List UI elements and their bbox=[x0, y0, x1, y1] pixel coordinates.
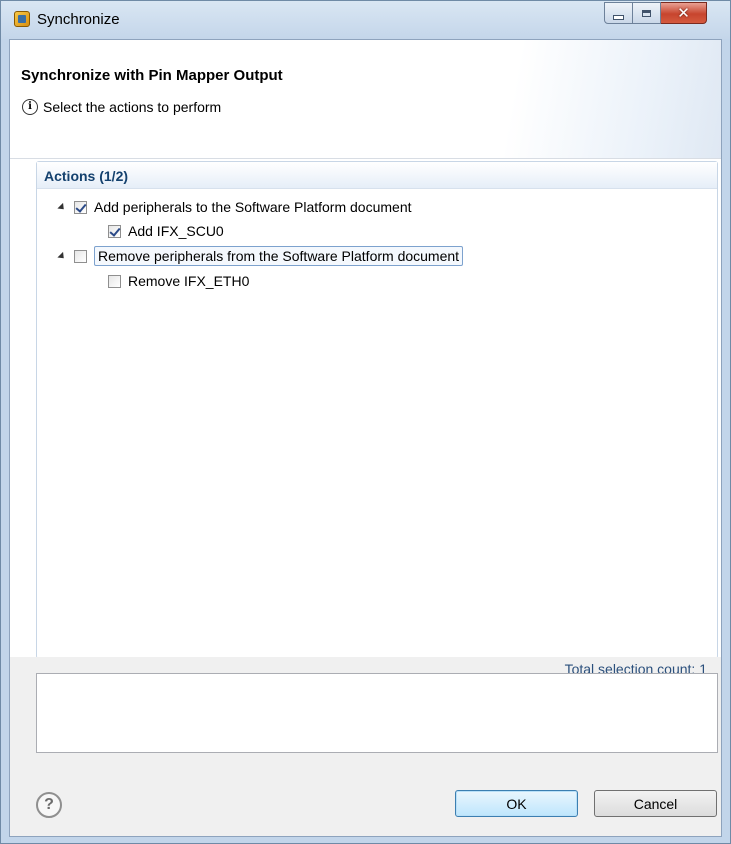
ok-button[interactable]: OK bbox=[455, 790, 578, 817]
minimize-icon bbox=[613, 14, 624, 20]
close-button[interactable]: ✕ bbox=[661, 2, 707, 24]
tree-item-label[interactable]: Remove peripherals from the Software Pla… bbox=[94, 246, 464, 266]
dialog-client-area: Synchronize with Pin Mapper Output i Sel… bbox=[9, 39, 722, 837]
actions-title: Actions (1/2) bbox=[44, 168, 129, 184]
remove-ifx-eth0-checkbox[interactable] bbox=[108, 274, 121, 288]
tree-item-label[interactable]: Add peripherals to the Software Platform… bbox=[94, 199, 412, 215]
minimize-button[interactable] bbox=[604, 2, 633, 24]
tree-item-label[interactable]: Add IFX_SCU0 bbox=[128, 223, 224, 239]
message-area[interactable] bbox=[36, 673, 718, 753]
expand-triangle-icon[interactable] bbox=[57, 202, 67, 212]
remove-peripherals-checkbox[interactable] bbox=[74, 249, 87, 263]
page-title: Synchronize with Pin Mapper Output bbox=[21, 67, 283, 84]
add-peripherals-checkbox[interactable] bbox=[74, 200, 87, 214]
tree-item-label[interactable]: Remove IFX_ETH0 bbox=[128, 273, 249, 289]
app-icon bbox=[14, 11, 30, 27]
synchronize-dialog: Synchronize ✕ Synchronize with Pin Mappe… bbox=[0, 0, 731, 844]
window-title: Synchronize bbox=[37, 11, 120, 28]
actions-header: Actions (1/2) bbox=[37, 162, 717, 189]
help-icon[interactable]: ? bbox=[36, 792, 62, 818]
tree-item-add-peripherals: Add peripherals to the Software Platform… bbox=[57, 196, 412, 218]
title-bar[interactable]: Synchronize ✕ bbox=[1, 1, 730, 39]
close-icon: ✕ bbox=[677, 4, 690, 22]
expand-triangle-icon[interactable] bbox=[57, 251, 67, 261]
maximize-button[interactable] bbox=[633, 2, 661, 24]
maximize-icon bbox=[642, 9, 651, 17]
actions-group: Actions (1/2) Add peripherals to the Sof… bbox=[36, 161, 718, 659]
dialog-header: Synchronize with Pin Mapper Output i Sel… bbox=[10, 40, 721, 159]
add-ifx-scu0-checkbox[interactable] bbox=[108, 224, 121, 238]
tree-item-add-ifx-scu0: Add IFX_SCU0 bbox=[108, 220, 224, 242]
page-subtitle: Select the actions to perform bbox=[43, 99, 222, 115]
cancel-button[interactable]: Cancel bbox=[594, 790, 717, 817]
info-icon: i bbox=[22, 99, 38, 115]
tree-item-remove-peripherals: Remove peripherals from the Software Pla… bbox=[57, 245, 464, 267]
tree-item-remove-ifx-eth0: Remove IFX_ETH0 bbox=[108, 270, 249, 292]
